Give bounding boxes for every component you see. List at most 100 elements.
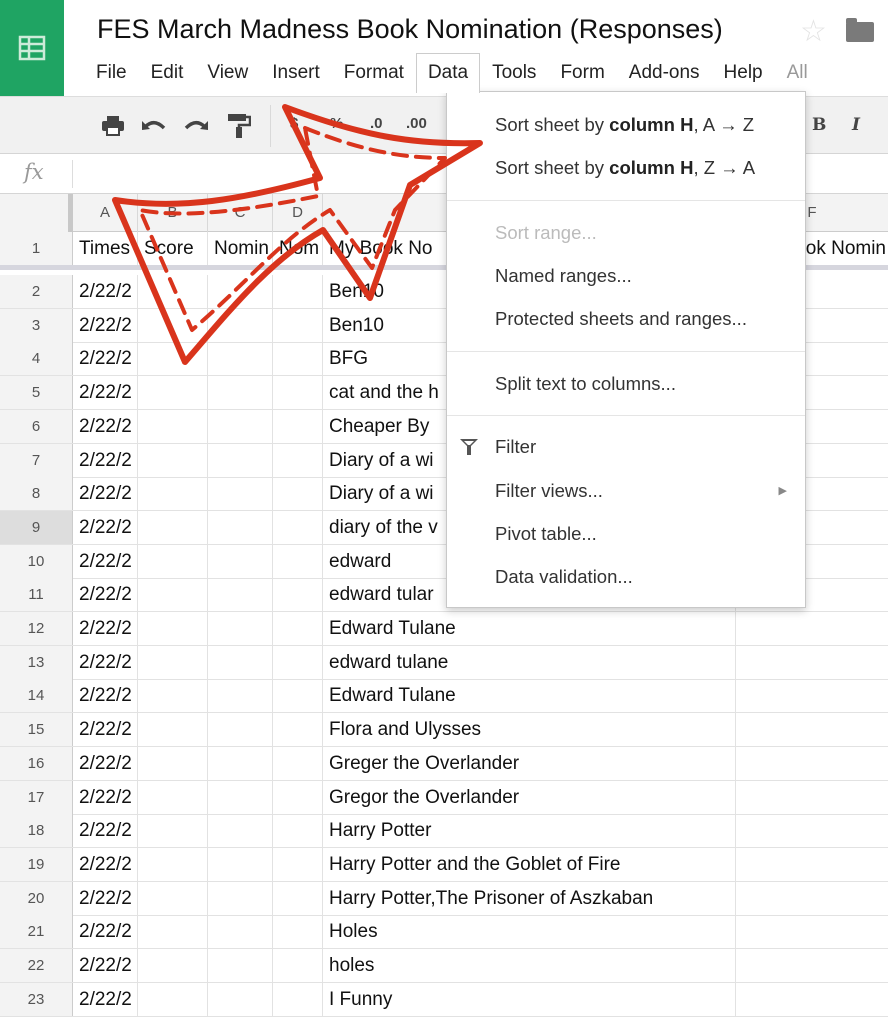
cell-c[interactable] bbox=[208, 949, 273, 982]
cell-a[interactable]: 2/22/2 bbox=[73, 847, 138, 881]
cell-e[interactable]: edward tulane bbox=[323, 645, 736, 679]
cell-d[interactable] bbox=[273, 915, 323, 949]
paint-format-button[interactable] bbox=[226, 113, 252, 139]
cell-c[interactable] bbox=[208, 544, 273, 578]
row-header[interactable]: 14 bbox=[0, 679, 73, 713]
cell-b[interactable] bbox=[138, 409, 208, 443]
cell-b[interactable] bbox=[138, 814, 208, 848]
cell-c[interactable] bbox=[208, 612, 273, 645]
cell-d[interactable] bbox=[273, 645, 323, 679]
cell-a[interactable]: 2/22/2 bbox=[73, 679, 138, 713]
cell-c[interactable] bbox=[208, 746, 273, 780]
cell-b[interactable] bbox=[138, 308, 208, 342]
cell-b[interactable] bbox=[138, 881, 208, 915]
undo-button[interactable] bbox=[141, 113, 167, 139]
cell-d[interactable] bbox=[273, 342, 323, 376]
cell-c[interactable] bbox=[208, 409, 273, 443]
cell-c[interactable] bbox=[208, 376, 273, 410]
row-header[interactable]: 23 bbox=[0, 982, 73, 1016]
cell-a[interactable]: 2/22/2 bbox=[73, 780, 138, 814]
row-header[interactable]: 10 bbox=[0, 544, 73, 578]
menu-item-filter[interactable]: Filter bbox=[447, 427, 805, 467]
cell-e[interactable]: Edward Tulane bbox=[323, 612, 736, 645]
cell-c[interactable] bbox=[208, 510, 273, 544]
cell-d[interactable] bbox=[273, 814, 323, 848]
cell-d[interactable] bbox=[273, 612, 323, 645]
cell-c1[interactable]: Nomin bbox=[208, 232, 273, 265]
column-header-b[interactable]: B bbox=[138, 194, 208, 232]
cell-e[interactable]: Edward Tulane bbox=[323, 679, 736, 713]
cell-f[interactable] bbox=[736, 747, 888, 780]
cell-b1[interactable]: Score bbox=[138, 232, 208, 265]
currency-format-button[interactable]: $ bbox=[290, 115, 298, 132]
cell-e[interactable]: Flora and Ulysses bbox=[323, 713, 736, 747]
cell-b[interactable] bbox=[138, 915, 208, 949]
row-header[interactable]: 4 bbox=[0, 342, 73, 376]
menu-insert[interactable]: Insert bbox=[260, 54, 332, 92]
cell-c[interactable] bbox=[208, 780, 273, 814]
cell-a[interactable]: 2/22/2 bbox=[73, 915, 138, 949]
menu-file[interactable]: File bbox=[84, 54, 139, 92]
row-header[interactable]: 22 bbox=[0, 949, 73, 982]
cell-d[interactable] bbox=[273, 308, 323, 342]
select-all-corner[interactable] bbox=[0, 194, 73, 232]
cell-d[interactable] bbox=[273, 982, 323, 1016]
cell-c[interactable] bbox=[208, 713, 273, 747]
menu-add-ons[interactable]: Add-ons bbox=[617, 54, 712, 92]
cell-a[interactable]: 2/22/2 bbox=[73, 814, 138, 848]
row-header[interactable]: 2 bbox=[0, 275, 73, 308]
row-header[interactable]: 17 bbox=[0, 780, 73, 814]
cell-f[interactable] bbox=[736, 983, 888, 1016]
menu-item-split-text[interactable]: Split text to columns... bbox=[447, 364, 805, 404]
cell-a[interactable]: 2/22/2 bbox=[73, 881, 138, 915]
cell-d[interactable] bbox=[273, 275, 323, 308]
cell-d[interactable] bbox=[273, 746, 323, 780]
cell-f[interactable] bbox=[736, 848, 888, 881]
cell-b[interactable] bbox=[138, 679, 208, 713]
italic-button[interactable]: I bbox=[852, 115, 860, 135]
column-header-d[interactable]: D bbox=[273, 194, 323, 232]
menu-help[interactable]: Help bbox=[712, 54, 775, 92]
cell-b[interactable] bbox=[138, 746, 208, 780]
bold-button[interactable]: B bbox=[812, 115, 826, 135]
cell-a[interactable]: 2/22/2 bbox=[73, 612, 138, 645]
cell-d[interactable] bbox=[273, 881, 323, 915]
row-header[interactable]: 5 bbox=[0, 376, 73, 410]
cell-f[interactable] bbox=[736, 949, 888, 982]
cell-c[interactable] bbox=[208, 645, 273, 679]
row-header[interactable]: 1 bbox=[0, 232, 73, 265]
row-header[interactable]: 21 bbox=[0, 915, 73, 949]
menu-view[interactable]: View bbox=[195, 54, 260, 92]
cell-c[interactable] bbox=[208, 915, 273, 949]
print-button[interactable] bbox=[100, 113, 126, 139]
row-header[interactable]: 8 bbox=[0, 477, 73, 511]
column-header-c[interactable]: C bbox=[208, 194, 273, 232]
cell-f[interactable] bbox=[736, 781, 888, 814]
cell-e[interactable]: Harry Potter bbox=[323, 814, 736, 848]
cell-c[interactable] bbox=[208, 443, 273, 477]
cell-b[interactable] bbox=[138, 443, 208, 477]
menu-item-sort-a-z[interactable]: Sort sheet by column H, A → Z bbox=[447, 105, 805, 145]
cell-d[interactable] bbox=[273, 477, 323, 511]
cell-f[interactable] bbox=[736, 646, 888, 679]
increase-decimal-button[interactable]: .00 bbox=[406, 115, 427, 132]
row-header[interactable]: 18 bbox=[0, 814, 73, 848]
row-header[interactable]: 9 bbox=[0, 510, 73, 544]
cell-a[interactable]: 2/22/2 bbox=[73, 275, 138, 308]
cell-b[interactable] bbox=[138, 342, 208, 376]
cell-d[interactable] bbox=[273, 679, 323, 713]
cell-a[interactable]: 2/22/2 bbox=[73, 376, 138, 410]
cell-c[interactable] bbox=[208, 982, 273, 1016]
cell-e[interactable]: I Funny bbox=[323, 982, 736, 1016]
cell-b[interactable] bbox=[138, 477, 208, 511]
cell-b[interactable] bbox=[138, 544, 208, 578]
cell-c[interactable] bbox=[208, 275, 273, 308]
menu-data[interactable]: Data bbox=[415, 53, 481, 93]
cell-f[interactable] bbox=[736, 612, 888, 645]
sheets-logo[interactable] bbox=[0, 0, 64, 96]
row-header[interactable]: 7 bbox=[0, 443, 73, 477]
cell-c[interactable] bbox=[208, 847, 273, 881]
cell-e[interactable]: Holes bbox=[323, 915, 736, 949]
menu-all-changes[interactable]: All bbox=[775, 54, 820, 92]
cell-b[interactable] bbox=[138, 510, 208, 544]
